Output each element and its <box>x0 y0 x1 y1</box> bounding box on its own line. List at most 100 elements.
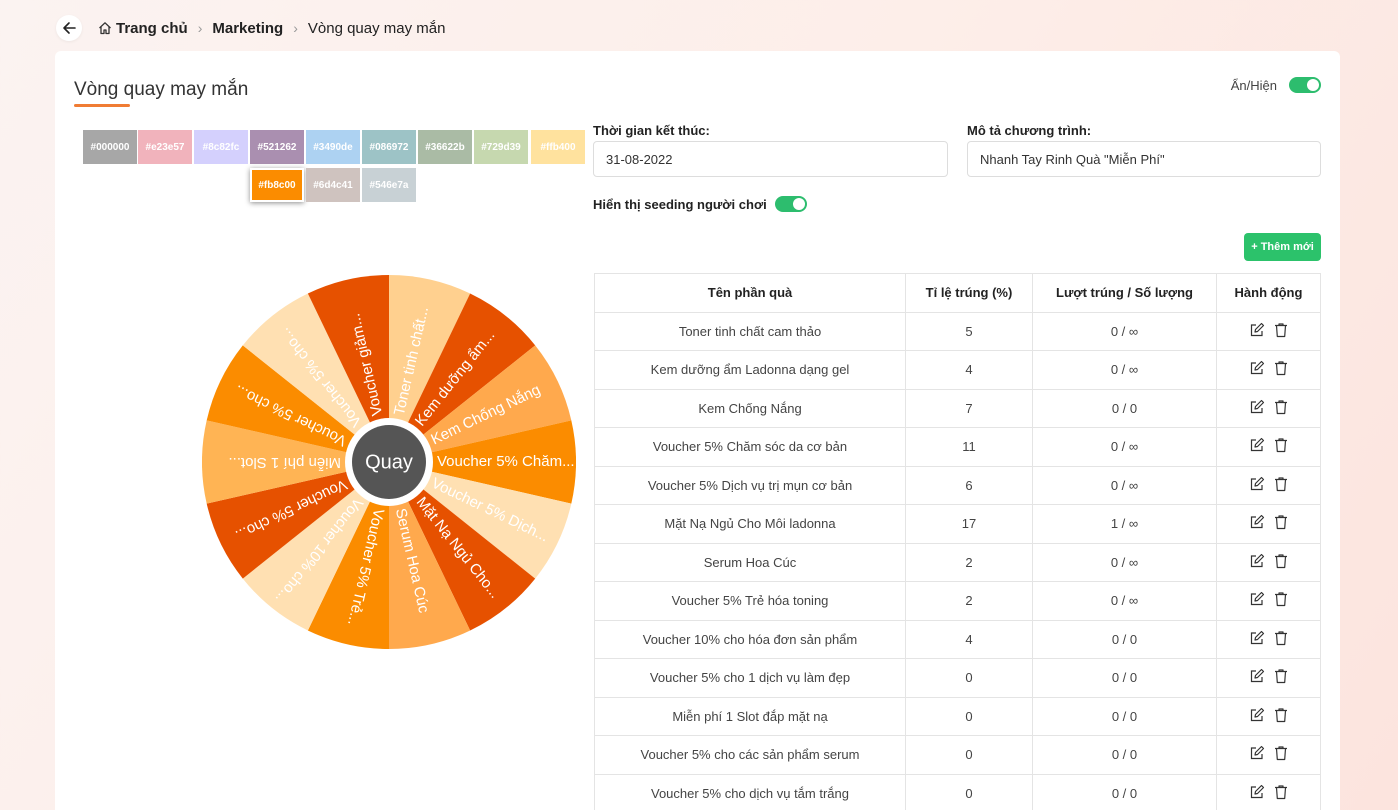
trash-icon[interactable] <box>1273 322 1289 341</box>
trash-icon[interactable] <box>1273 399 1289 418</box>
prize-rate: 17 <box>905 504 1033 544</box>
seeding-toggle[interactable] <box>774 196 807 212</box>
spin-button-label[interactable]: Quay <box>365 451 413 473</box>
edit-icon[interactable] <box>1249 399 1265 418</box>
table-row: Serum Hoa Cúc 2 0 / ∞ <box>594 542 1321 582</box>
table-row: Toner tinh chất cam thảo 5 0 / ∞ <box>594 311 1321 351</box>
wheel-segment-label: Voucher 5% Chăm... <box>437 453 575 470</box>
color-swatch[interactable]: #fb8c00 <box>250 168 304 202</box>
color-swatch[interactable]: #ffb400 <box>531 130 585 164</box>
visibility-label: Ẩn/Hiện <box>1230 77 1277 93</box>
prize-name: Voucher 5% cho dịch vụ tắm trắng <box>594 773 906 810</box>
color-swatch[interactable]: #546e7a <box>362 168 416 202</box>
breadcrumb-current: Vòng quay may mắn <box>307 19 446 37</box>
seeding-control: Hiển thị seeding người chơi <box>593 196 807 212</box>
prize-name: Mặt Nạ Ngủ Cho Môi ladonna <box>594 504 906 544</box>
prize-count: 0 / ∞ <box>1032 350 1217 390</box>
trash-icon[interactable] <box>1273 514 1289 533</box>
trash-icon[interactable] <box>1273 553 1289 572</box>
color-swatch[interactable]: #8c82fc <box>194 130 248 164</box>
back-button[interactable] <box>56 15 82 41</box>
prize-rate: 5 <box>905 311 1033 351</box>
color-swatch[interactable]: #729d39 <box>474 130 528 164</box>
table-header-row: Tên phần quà Tỉ lệ trúng (%) Lượt trúng … <box>594 273 1321 313</box>
page-title: Vòng quay may mắn <box>74 79 249 100</box>
trash-icon[interactable] <box>1273 591 1289 610</box>
table-row: Kem dưỡng ẩm Ladonna dạng gel 4 0 / ∞ <box>594 350 1321 390</box>
row-actions <box>1216 773 1321 810</box>
prize-rate: 2 <box>905 581 1033 621</box>
color-swatch[interactable]: #521262 <box>250 130 304 164</box>
row-actions <box>1216 350 1321 390</box>
prize-rate: 0 <box>905 773 1033 810</box>
color-swatch[interactable]: #36622b <box>418 130 472 164</box>
table-row: Kem Chống Nắng 7 0 / 0 <box>594 388 1321 428</box>
color-swatch[interactable]: #e23e57 <box>138 130 192 164</box>
table-row: Voucher 5% cho 1 dịch vụ làm đẹp 0 0 / 0 <box>594 658 1321 698</box>
trash-icon[interactable] <box>1273 360 1289 379</box>
color-swatch[interactable]: #3490de <box>306 130 360 164</box>
prize-name: Voucher 10% cho hóa đơn sản phẩm <box>594 619 906 659</box>
trash-icon[interactable] <box>1273 437 1289 456</box>
prize-count: 0 / ∞ <box>1032 311 1217 351</box>
prize-name: Voucher 5% cho 1 dịch vụ làm đẹp <box>594 658 906 698</box>
prize-count: 0 / ∞ <box>1032 427 1217 467</box>
add-prize-button[interactable]: + Thêm mới <box>1244 233 1321 261</box>
trash-icon[interactable] <box>1273 784 1289 803</box>
description-field[interactable]: Nhanh Tay Rinh Quà "Miễn Phí" <box>967 141 1321 177</box>
prize-count: 0 / 0 <box>1032 773 1217 810</box>
trash-icon[interactable] <box>1273 745 1289 764</box>
edit-icon[interactable] <box>1249 784 1265 803</box>
breadcrumb-marketing[interactable]: Marketing <box>212 20 283 37</box>
row-actions <box>1216 388 1321 428</box>
prize-rate: 0 <box>905 735 1033 775</box>
prize-name: Voucher 5% Trẻ hóa toning <box>594 581 906 621</box>
lucky-wheel[interactable]: Toner tinh chất...Kem dưỡng ẩm...Kem Chố… <box>202 275 576 649</box>
description-label: Mô tả chương trình: <box>967 123 1092 138</box>
visibility-toggle[interactable] <box>1289 77 1321 93</box>
edit-icon[interactable] <box>1249 322 1265 341</box>
trash-icon[interactable] <box>1273 476 1289 495</box>
prize-rate: 11 <box>905 427 1033 467</box>
edit-icon[interactable] <box>1249 707 1265 726</box>
color-swatch[interactable]: #000000 <box>83 130 137 164</box>
edit-icon[interactable] <box>1249 437 1265 456</box>
prize-count: 1 / ∞ <box>1032 504 1217 544</box>
color-swatch[interactable]: #6d4c41 <box>306 168 360 202</box>
edit-icon[interactable] <box>1249 514 1265 533</box>
wheel-segment-label: Miễn phí 1 Slot... <box>228 454 341 471</box>
visibility-control: Ẩn/Hiện <box>1231 77 1321 93</box>
prize-rate: 4 <box>905 350 1033 390</box>
edit-icon[interactable] <box>1249 630 1265 649</box>
prize-count: 0 / ∞ <box>1032 465 1217 505</box>
edit-icon[interactable] <box>1249 476 1265 495</box>
color-swatch[interactable]: #086972 <box>362 130 416 164</box>
trash-icon[interactable] <box>1273 630 1289 649</box>
col-win-rate: Tỉ lệ trúng (%) <box>905 273 1033 313</box>
table-row: Voucher 5% Trẻ hóa toning 2 0 / ∞ <box>594 581 1321 621</box>
table-row: Mặt Nạ Ngủ Cho Môi ladonna 17 1 / ∞ <box>594 504 1321 544</box>
edit-icon[interactable] <box>1249 360 1265 379</box>
prize-count: 0 / 0 <box>1032 696 1217 736</box>
prize-count: 0 / 0 <box>1032 735 1217 775</box>
edit-icon[interactable] <box>1249 591 1265 610</box>
end-time-field[interactable]: 31-08-2022 <box>593 141 948 177</box>
end-time-label: Thời gian kết thúc: <box>593 123 710 138</box>
trash-icon[interactable] <box>1273 707 1289 726</box>
edit-icon[interactable] <box>1249 745 1265 764</box>
table-row: Miễn phí 1 Slot đắp mặt nạ 0 0 / 0 <box>594 696 1321 736</box>
edit-icon[interactable] <box>1249 668 1265 687</box>
trash-icon[interactable] <box>1273 668 1289 687</box>
prize-name: Toner tinh chất cam thảo <box>594 311 906 351</box>
breadcrumb-home[interactable]: Trang chủ <box>116 20 188 37</box>
col-actions: Hành động <box>1216 273 1321 313</box>
prize-name: Voucher 5% cho các sản phẩm serum <box>594 735 906 775</box>
prize-rate: 7 <box>905 388 1033 428</box>
row-actions <box>1216 465 1321 505</box>
prize-rate: 6 <box>905 465 1033 505</box>
edit-icon[interactable] <box>1249 553 1265 572</box>
chevron-right-icon: › <box>293 20 298 36</box>
prize-name: Voucher 5% Dịch vụ trị mụn cơ bản <box>594 465 906 505</box>
prize-rate: 0 <box>905 658 1033 698</box>
breadcrumb: Trang chủ › Marketing › Vòng quay may mắ… <box>98 20 445 37</box>
